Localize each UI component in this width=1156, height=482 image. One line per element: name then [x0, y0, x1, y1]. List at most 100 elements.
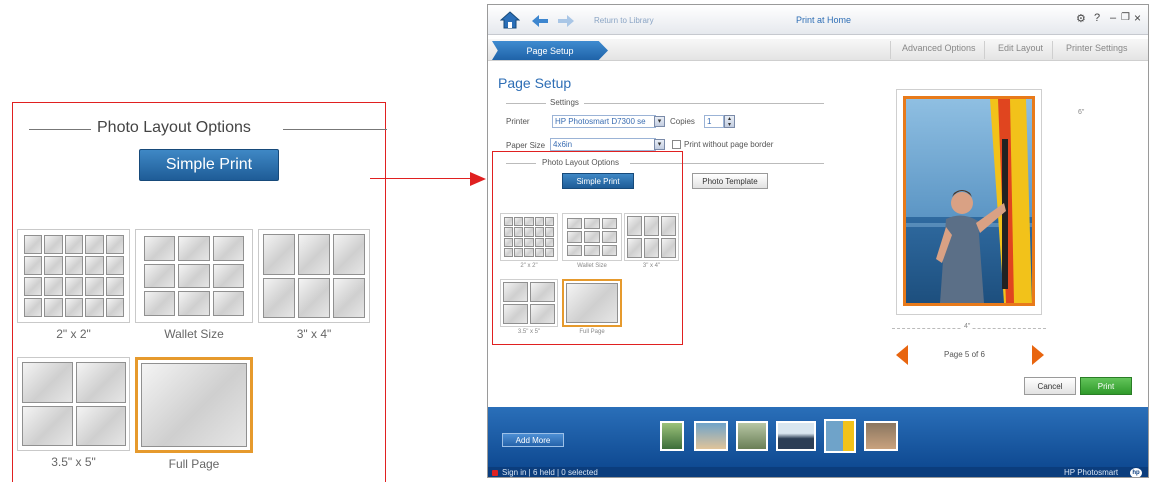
- layout-cell: [24, 298, 43, 317]
- tab-page-setup[interactable]: Page Setup: [492, 41, 608, 60]
- layout-3x4-option[interactable]: [624, 213, 679, 261]
- copies-input[interactable]: 1: [704, 115, 724, 128]
- layout-cell: [524, 227, 534, 237]
- preview-width-label: 4": [962, 323, 973, 330]
- layout-cell: [530, 282, 555, 302]
- cancel-button[interactable]: Cancel: [1024, 377, 1076, 395]
- settings-icon[interactable]: ⚙: [1076, 12, 1086, 25]
- layout-label: Full Page: [168, 457, 220, 471]
- help-icon[interactable]: ?: [1094, 12, 1100, 24]
- tab-advanced-options[interactable]: Advanced Options: [902, 43, 976, 53]
- layout-cell: [661, 238, 676, 258]
- layout-cell: [544, 237, 554, 247]
- layout-label: 2" x 2": [520, 263, 538, 269]
- chevron-down-icon[interactable]: ▾: [654, 139, 665, 150]
- layout-cell: [627, 238, 642, 258]
- layout-wallet-option[interactable]: [135, 229, 253, 323]
- divider: [506, 103, 546, 104]
- layout-cell: [24, 256, 43, 275]
- layout-cell: [534, 227, 544, 237]
- layout-3-5x5-option[interactable]: [500, 279, 558, 327]
- layout-cell: [544, 247, 554, 257]
- page-title: Page Setup: [498, 75, 572, 91]
- layout-cell: [24, 235, 43, 254]
- layout-full-page-option[interactable]: [135, 357, 253, 453]
- layout-label: 3" x 4": [296, 327, 332, 341]
- print-preview: [896, 89, 1042, 315]
- hp-logo: hp: [1130, 468, 1142, 477]
- borderless-checkbox-label: Print without page border: [684, 140, 774, 149]
- divider: [584, 103, 824, 104]
- copies-stepper[interactable]: ▴ ▾: [724, 115, 735, 128]
- minimize-icon[interactable]: –: [1110, 12, 1116, 24]
- layout-cell: [601, 218, 617, 230]
- layout-cell: [566, 283, 618, 323]
- return-to-library-link[interactable]: Return to Library: [594, 16, 654, 25]
- photo-thumbnail[interactable]: [660, 421, 684, 451]
- layout-cell: [212, 291, 244, 316]
- copies-label: Copies: [670, 117, 695, 126]
- layout-cell: [534, 217, 544, 227]
- layout-cell: [504, 237, 514, 247]
- layout-cell: [178, 236, 210, 261]
- home-icon[interactable]: [499, 11, 521, 29]
- layout-cell: [567, 231, 583, 243]
- borderless-checkbox[interactable]: [672, 140, 681, 149]
- layout-cell: [601, 231, 617, 243]
- layout-options-callout: Photo Layout Options Simple Print 2" x 2…: [12, 102, 387, 482]
- layout-cell: [514, 217, 524, 227]
- app-window: Return to Library Print at Home ⚙ ? – ❐ …: [487, 4, 1149, 478]
- film-strip: Add More: [488, 407, 1148, 467]
- layout-3-5x5-option[interactable]: [17, 357, 130, 451]
- layout-cell: [504, 247, 514, 257]
- layout-cell: [212, 236, 244, 261]
- layout-cell: [524, 247, 534, 257]
- layout-cell: [544, 217, 554, 227]
- photo-thumbnail[interactable]: [776, 421, 816, 451]
- layout-full-page-option[interactable]: [562, 279, 622, 327]
- photo-thumbnail[interactable]: [824, 419, 856, 453]
- simple-print-button[interactable]: Simple Print: [139, 149, 279, 181]
- tab-bar: Page Setup Advanced Options Edit Layout …: [488, 39, 1148, 61]
- maximize-icon[interactable]: ❐: [1121, 12, 1130, 23]
- window-title: Print at Home: [796, 15, 852, 25]
- layout-wallet-option[interactable]: [562, 213, 622, 261]
- arrow-right-icon: [470, 172, 486, 186]
- photo-thumbnail[interactable]: [736, 421, 768, 451]
- previous-page-button[interactable]: [896, 345, 908, 365]
- tab-printer-settings[interactable]: Printer Settings: [1066, 43, 1128, 53]
- back-arrow-icon[interactable]: [532, 14, 548, 27]
- layout-cell: [178, 263, 210, 289]
- layout-cell: [644, 216, 659, 236]
- layout-cell: [503, 304, 528, 324]
- title-bar: Return to Library Print at Home ⚙ ? – ❐ …: [488, 5, 1148, 35]
- layout-cell: [64, 277, 84, 296]
- layout-label: 2" x 2": [56, 327, 91, 341]
- status-text[interactable]: Sign in | 6 held | 0 selected: [502, 468, 598, 477]
- layout-cell: [144, 263, 176, 289]
- photo-thumbnail[interactable]: [864, 421, 898, 451]
- close-icon[interactable]: ×: [1134, 11, 1141, 25]
- printer-select[interactable]: HP Photosmart D7300 se: [552, 115, 656, 128]
- photo-thumbnail[interactable]: [694, 421, 728, 451]
- next-page-button[interactable]: [1032, 345, 1044, 365]
- layout-cell: [263, 234, 295, 275]
- tab-edit-layout[interactable]: Edit Layout: [998, 43, 1043, 53]
- divider: [984, 41, 985, 59]
- chevron-down-icon[interactable]: ▾: [654, 116, 665, 127]
- layout-cell: [144, 291, 176, 316]
- paper-size-label: Paper Size: [506, 141, 546, 150]
- forward-arrow-icon[interactable]: [558, 14, 574, 27]
- layout-2x2-option[interactable]: [17, 229, 130, 323]
- layout-3x4-option[interactable]: [258, 229, 370, 323]
- print-button[interactable]: Print: [1080, 377, 1132, 395]
- layout-cell: [44, 235, 63, 254]
- paper-size-select[interactable]: 4x6in: [550, 138, 656, 151]
- layout-cell: [75, 362, 126, 403]
- add-more-button[interactable]: Add More: [502, 433, 564, 447]
- layout-cell: [567, 218, 583, 230]
- photo-template-button[interactable]: Photo Template: [692, 173, 768, 189]
- layout-cell: [504, 227, 514, 237]
- layout-2x2-option[interactable]: [500, 213, 558, 261]
- layout-label: Wallet Size: [577, 263, 607, 269]
